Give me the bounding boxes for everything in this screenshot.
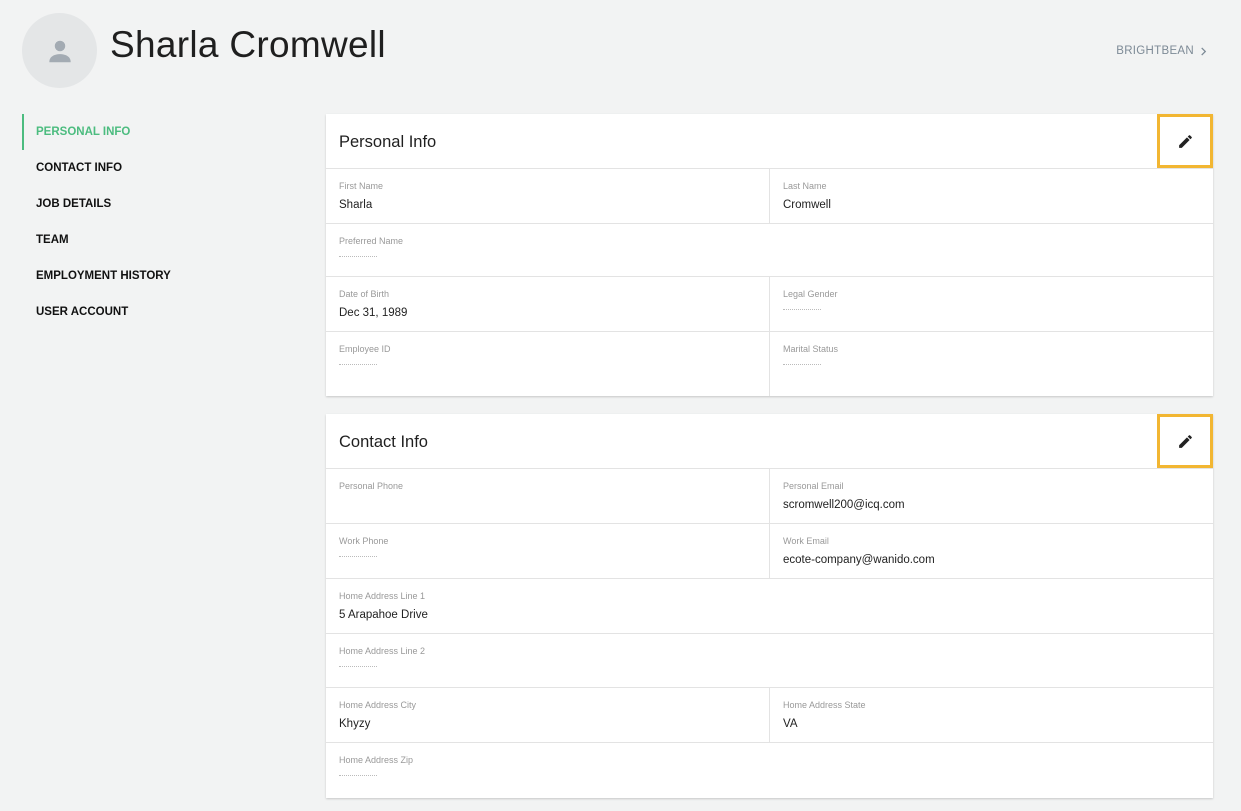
empty-value bbox=[339, 554, 377, 557]
empty-value bbox=[783, 307, 821, 310]
field-value: 5 Arapahoe Drive bbox=[339, 609, 428, 621]
company-link-label: BRIGHTBEAN bbox=[1116, 45, 1194, 57]
field-value: VA bbox=[783, 718, 798, 730]
field-value: Khyzy bbox=[339, 718, 371, 730]
personal-phone-field: Personal Phone bbox=[326, 469, 770, 523]
field-label: Home Address Line 2 bbox=[339, 646, 426, 656]
field-row: Home Address Line 2 bbox=[326, 634, 1213, 688]
field-row: Work Phone Work Email ecote-company@wani… bbox=[326, 524, 1213, 579]
empty-value bbox=[339, 254, 377, 257]
empty-value bbox=[339, 362, 377, 365]
zip-field: Home Address Zip bbox=[326, 743, 1213, 798]
field-label: Home Address Line 1 bbox=[339, 591, 426, 601]
personal-info-card: Personal Info First Name Sharla Last Nam… bbox=[326, 114, 1213, 396]
field-label: Personal Phone bbox=[339, 481, 404, 491]
section-nav: PERSONAL INFO CONTACT INFO JOB DETAILS T… bbox=[22, 114, 282, 330]
field-label: Work Phone bbox=[339, 536, 389, 546]
work-email-field: Work Email ecote-company@wanido.com bbox=[770, 524, 1213, 578]
field-label: Personal Email bbox=[783, 481, 844, 491]
nav-item-contact-info[interactable]: CONTACT INFO bbox=[22, 150, 282, 186]
field-value: ecote-company@wanido.com bbox=[783, 554, 935, 566]
dob-field: Date of Birth Dec 31, 1989 bbox=[326, 277, 770, 331]
field-row: Employee ID Marital Status bbox=[326, 332, 1213, 396]
address-line2-field: Home Address Line 2 bbox=[326, 634, 1213, 687]
nav-item-team[interactable]: TEAM bbox=[22, 222, 282, 258]
person-icon bbox=[48, 40, 71, 62]
field-label: Employee ID bbox=[339, 344, 391, 354]
empty-value bbox=[339, 773, 377, 776]
field-label: First Name bbox=[339, 181, 384, 191]
legal-gender-field: Legal Gender bbox=[770, 277, 1213, 331]
contact-info-card: Contact Info Personal Phone Personal Ema… bbox=[326, 414, 1213, 798]
field-row: Personal Phone Personal Email scromwell2… bbox=[326, 469, 1213, 524]
personal-info-card-header: Personal Info bbox=[326, 114, 1213, 169]
marital-status-field: Marital Status bbox=[770, 332, 1213, 396]
last-name-field: Last Name Cromwell bbox=[770, 169, 1213, 223]
employee-id-field: Employee ID bbox=[326, 332, 770, 396]
edit-personal-info-button[interactable] bbox=[1157, 114, 1213, 168]
nav-item-employment-history[interactable]: EMPLOYMENT HISTORY bbox=[22, 258, 282, 294]
chevron-right-icon bbox=[1201, 46, 1207, 56]
state-field: Home Address State VA bbox=[770, 688, 1213, 742]
pencil-icon bbox=[1178, 134, 1192, 148]
avatar bbox=[22, 13, 97, 88]
field-row: Home Address Zip bbox=[326, 743, 1213, 798]
field-value: scromwell200@icq.com bbox=[783, 499, 905, 511]
city-field: Home Address City Khyzy bbox=[326, 688, 770, 742]
field-row: Home Address Line 1 5 Arapahoe Drive bbox=[326, 579, 1213, 634]
field-row: Preferred Name bbox=[326, 224, 1213, 277]
contact-info-card-header: Contact Info bbox=[326, 414, 1213, 469]
page-title: Sharla Cromwell bbox=[110, 24, 386, 65]
company-link[interactable]: BRIGHTBEAN bbox=[1116, 45, 1207, 57]
nav-item-user-account[interactable]: USER ACCOUNT bbox=[22, 294, 282, 330]
personal-info-title: Personal Info bbox=[339, 133, 437, 151]
edit-contact-info-button[interactable] bbox=[1157, 414, 1213, 468]
nav-item-job-details[interactable]: JOB DETAILS bbox=[22, 186, 282, 222]
field-row: Date of Birth Dec 31, 1989 Legal Gender bbox=[326, 277, 1213, 332]
nav-item-personal-info[interactable]: PERSONAL INFO bbox=[22, 114, 282, 150]
empty-value bbox=[339, 664, 377, 667]
contact-info-title: Contact Info bbox=[339, 433, 428, 451]
field-value: Sharla bbox=[339, 199, 373, 211]
first-name-field: First Name Sharla bbox=[326, 169, 770, 223]
field-row: Home Address City Khyzy Home Address Sta… bbox=[326, 688, 1213, 743]
work-phone-field: Work Phone bbox=[326, 524, 770, 578]
field-label: Marital Status bbox=[783, 344, 839, 354]
field-row: First Name Sharla Last Name Cromwell bbox=[326, 169, 1213, 224]
field-label: Date of Birth bbox=[339, 289, 390, 299]
field-value: Cromwell bbox=[783, 199, 831, 211]
field-label: Home Address City bbox=[339, 700, 417, 710]
preferred-name-field: Preferred Name bbox=[326, 224, 1213, 276]
empty-value bbox=[783, 362, 821, 365]
field-label: Preferred Name bbox=[339, 236, 404, 246]
field-label: Legal Gender bbox=[783, 289, 838, 299]
personal-email-field: Personal Email scromwell200@icq.com bbox=[770, 469, 1213, 523]
field-label: Work Email bbox=[783, 536, 829, 546]
pencil-icon bbox=[1178, 434, 1192, 448]
address-line1-field: Home Address Line 1 5 Arapahoe Drive bbox=[326, 579, 1213, 633]
profile-header: Sharla Cromwell BRIGHTBEAN bbox=[0, 0, 1241, 100]
field-label: Home Address Zip bbox=[339, 755, 414, 765]
field-label: Last Name bbox=[783, 181, 827, 191]
field-label: Home Address State bbox=[783, 700, 866, 710]
field-value: Dec 31, 1989 bbox=[339, 307, 408, 319]
